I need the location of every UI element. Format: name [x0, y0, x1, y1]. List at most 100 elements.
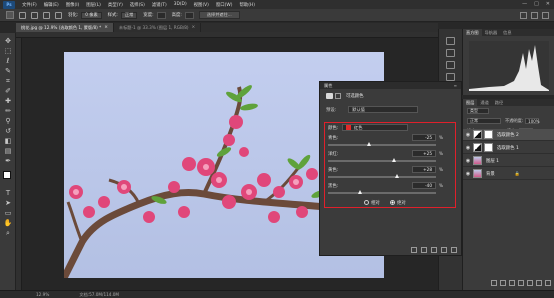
- move-tool-icon[interactable]: ✥: [3, 37, 13, 46]
- tab-paths[interactable]: 路径: [492, 99, 506, 106]
- eraser-tool-icon[interactable]: ◧: [3, 137, 13, 146]
- marquee-tool-icon[interactable]: ⬚: [3, 47, 13, 56]
- adjustment-name: 可选颜色: [346, 94, 364, 99]
- brush-panel-icon[interactable]: [446, 49, 455, 57]
- tab-histogram[interactable]: 直方图: [463, 29, 482, 36]
- close-icon[interactable]: ✕: [546, 1, 550, 7]
- properties-title-bar[interactable]: 属性 ≡: [320, 82, 461, 89]
- share-icon[interactable]: [542, 12, 549, 19]
- new-group-icon[interactable]: [527, 280, 533, 286]
- close-icon[interactable]: ×: [104, 25, 108, 30]
- histogram-panel-tabs: 直方图 导航器 信息: [463, 29, 554, 36]
- eye-icon[interactable]: ◉: [465, 171, 471, 177]
- history-brush-tool-icon[interactable]: ↺: [3, 127, 13, 136]
- brush-tool-icon[interactable]: ✏: [3, 107, 13, 116]
- new-layer-icon[interactable]: [536, 280, 542, 286]
- style-select[interactable]: 正常: [120, 11, 138, 19]
- status-bar: 12.9% 文档:57.0M/114.0M: [0, 290, 554, 298]
- quick-select-tool-icon[interactable]: ✎: [3, 67, 13, 76]
- workspace-icon[interactable]: [531, 12, 538, 19]
- hand-tool-icon[interactable]: ✋: [3, 219, 13, 228]
- layer-background[interactable]: ◉ 背景 🔒: [463, 168, 554, 180]
- feather-input[interactable]: 0 像素: [81, 11, 102, 19]
- ruler-vertical[interactable]: [16, 38, 22, 290]
- layer-thumbnail: [473, 156, 482, 165]
- tab-untitled[interactable]: 未标题-1 @ 33.3% (图层 1, RGB/8) ×: [113, 23, 202, 32]
- tab-navigator[interactable]: 导航器: [482, 29, 501, 36]
- menu-file[interactable]: 文件(F): [22, 2, 37, 8]
- width-input[interactable]: [156, 11, 166, 19]
- link-layers-icon[interactable]: [491, 280, 497, 286]
- menu-help[interactable]: 帮助(H): [239, 2, 255, 8]
- eye-icon[interactable]: ◉: [465, 132, 471, 138]
- pen-tool-icon[interactable]: ✒: [3, 157, 13, 166]
- close-icon[interactable]: ×: [192, 25, 196, 30]
- subtract-selection-icon[interactable]: [43, 11, 50, 19]
- menu-image[interactable]: 图像(I): [66, 2, 80, 8]
- delete-icon[interactable]: [451, 247, 457, 253]
- menu-type[interactable]: 类型(Y): [108, 2, 123, 8]
- menu-filter[interactable]: 滤镜(T): [152, 2, 167, 8]
- gradient-tool-icon[interactable]: ▤: [3, 147, 13, 156]
- zoom-tool-icon[interactable]: ⌕: [3, 229, 13, 238]
- menu-layer[interactable]: 图层(L): [86, 2, 101, 8]
- eyedropper-tool-icon[interactable]: ✐: [3, 87, 13, 96]
- clone-stamp-tool-icon[interactable]: ⚲: [3, 117, 13, 126]
- select-and-mask-button[interactable]: 选择并遮住...: [198, 11, 240, 19]
- add-mask-icon[interactable]: [509, 280, 515, 286]
- preset-select[interactable]: 默认值: [348, 106, 419, 113]
- eye-icon[interactable]: ◉: [465, 158, 471, 164]
- view-previous-icon[interactable]: [421, 247, 427, 253]
- menu-view[interactable]: 视图(V): [194, 2, 209, 8]
- layer-mask-thumbnail[interactable]: [484, 130, 493, 139]
- tab-peach-blossom[interactable]: 桃花.jpg @ 12.9% (选取颜色 1, 蒙版/8) * ×: [16, 23, 114, 32]
- clip-to-layer-icon[interactable]: [411, 247, 417, 253]
- path-select-tool-icon[interactable]: ➤: [3, 199, 13, 208]
- layer-1[interactable]: ◉ 图层 1: [463, 155, 554, 167]
- tab-channels[interactable]: 通道: [477, 99, 491, 106]
- height-input[interactable]: [184, 11, 194, 19]
- menu-select[interactable]: 选择(S): [130, 2, 145, 8]
- visibility-icon[interactable]: [441, 247, 447, 253]
- paragraph-panel-icon[interactable]: [446, 73, 455, 81]
- delete-layer-icon[interactable]: [545, 280, 551, 286]
- intersect-selection-icon[interactable]: [55, 11, 62, 19]
- shape-tool-icon[interactable]: ▭: [3, 209, 13, 218]
- menu-edit[interactable]: 编辑(E): [44, 2, 59, 8]
- character-panel-icon[interactable]: [446, 61, 455, 69]
- crop-tool-icon[interactable]: ⌗: [3, 77, 13, 86]
- layer-kind-filter[interactable]: 类型: [467, 108, 489, 114]
- layer-selective-color-2[interactable]: ◉ 选取颜色 2: [463, 129, 554, 141]
- menu-bar: Ps 文件(F) 编辑(E) 图像(I) 图层(L) 类型(Y) 选择(S) 滤…: [0, 0, 554, 9]
- zoom-level[interactable]: 12.9%: [36, 292, 49, 297]
- eye-icon[interactable]: ◉: [465, 145, 471, 151]
- blend-mode-select[interactable]: 正常: [467, 118, 501, 124]
- layer-selective-color-1[interactable]: ◉ 选取颜色 1: [463, 142, 554, 154]
- maximize-icon[interactable]: □: [534, 1, 539, 7]
- menu-window[interactable]: 窗口(W): [216, 2, 233, 8]
- tab-info[interactable]: 信息: [500, 29, 514, 36]
- search-icon[interactable]: [520, 12, 527, 19]
- text-tool-icon[interactable]: T: [3, 189, 13, 198]
- layer-mask-thumbnail[interactable]: [484, 143, 493, 152]
- ruler-horizontal[interactable]: [16, 32, 438, 38]
- new-adjustment-icon[interactable]: [518, 280, 524, 286]
- healing-brush-tool-icon[interactable]: ✚: [3, 97, 13, 106]
- opacity-input[interactable]: 100%: [525, 118, 540, 124]
- minimize-icon[interactable]: —: [522, 1, 527, 7]
- menu-3d[interactable]: 3D(D): [174, 2, 187, 7]
- workspace-switcher: [520, 12, 549, 19]
- lasso-tool-icon[interactable]: ℓ: [3, 57, 13, 66]
- foreground-color-swatch[interactable]: [3, 171, 11, 179]
- reset-icon[interactable]: [431, 247, 437, 253]
- tab-layers[interactable]: 图层: [463, 99, 478, 106]
- adjustment-layer-icon: [473, 143, 482, 152]
- history-panel-icon[interactable]: [446, 37, 455, 45]
- marquee-tool-preset-icon[interactable]: [6, 11, 14, 19]
- add-selection-icon[interactable]: [31, 11, 38, 19]
- mask-icon[interactable]: [335, 93, 341, 99]
- layer-style-icon[interactable]: [500, 280, 506, 286]
- document-info: 文档:57.0M/114.0M: [79, 291, 120, 297]
- new-selection-icon[interactable]: [19, 11, 26, 19]
- panel-menu-icon[interactable]: ≡: [454, 83, 457, 88]
